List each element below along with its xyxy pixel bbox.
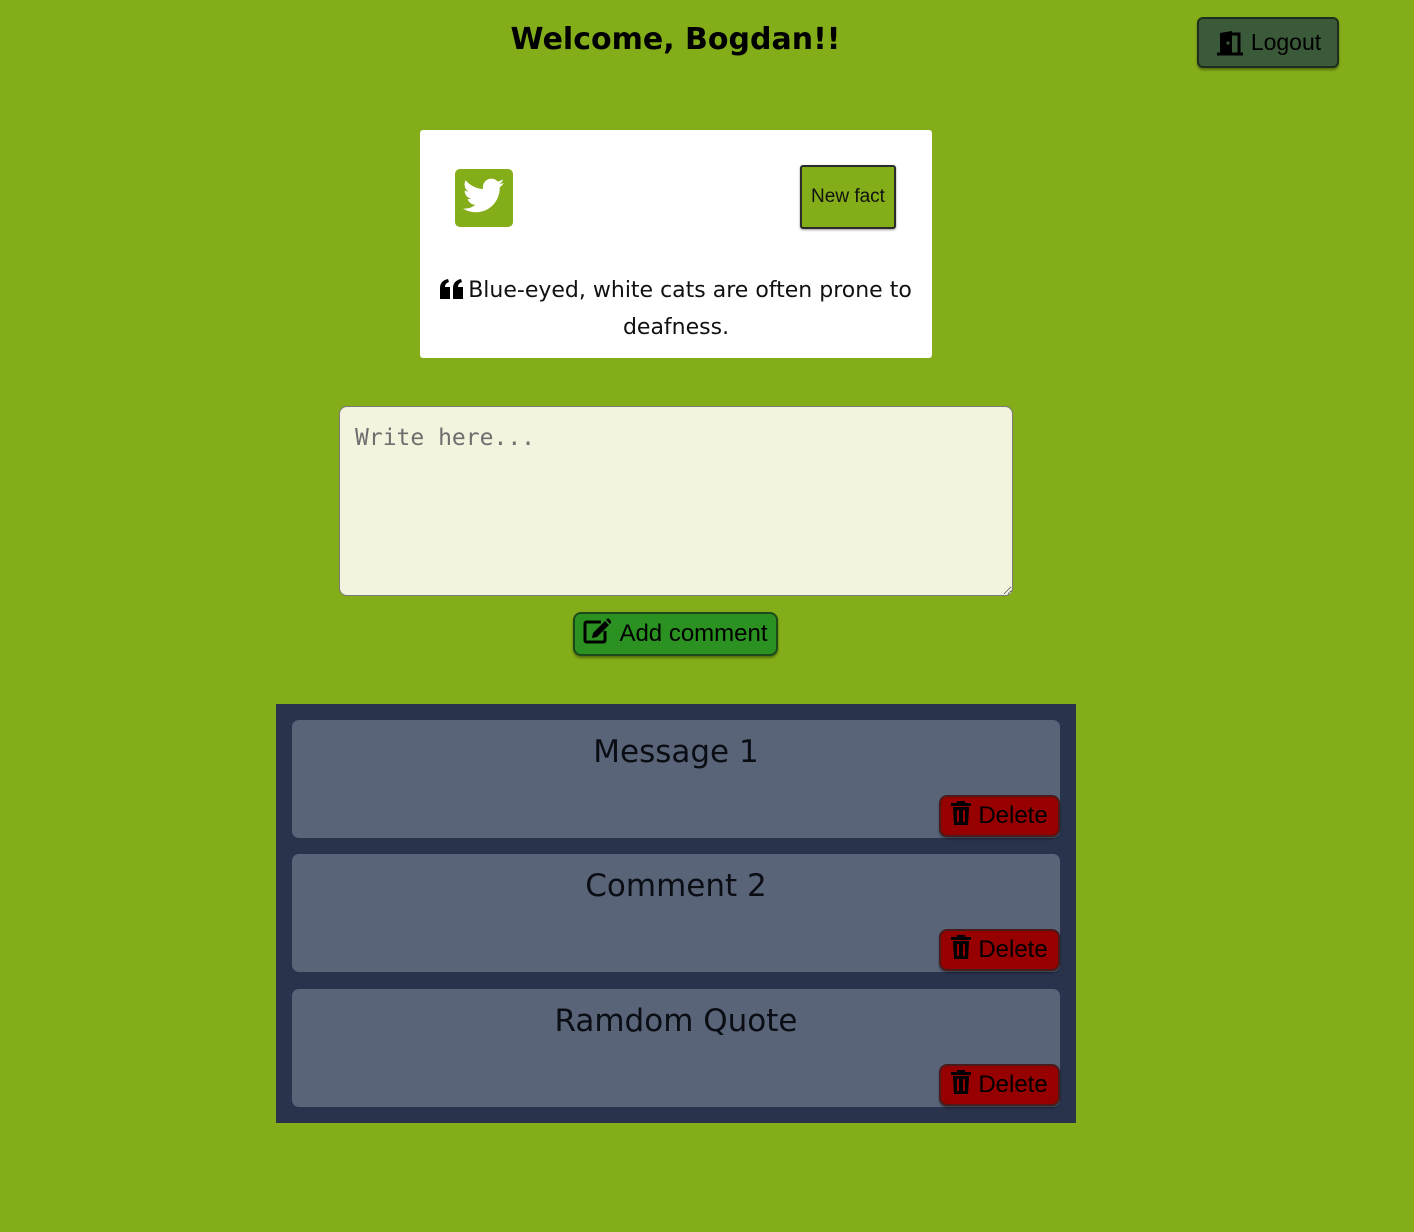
- fact-card: New fact Blue-eyed, white cats are often…: [420, 130, 932, 358]
- add-comment-label: Add comment: [619, 620, 768, 647]
- twitter-icon: [462, 178, 505, 219]
- trash-icon: [951, 1069, 972, 1101]
- comment-textarea[interactable]: [339, 406, 1013, 596]
- twitter-share-button[interactable]: [455, 169, 513, 227]
- comment-text: Message 1: [593, 734, 759, 770]
- logout-label: Logout: [1250, 29, 1322, 55]
- delete-comment-button[interactable]: Delete: [939, 1064, 1060, 1106]
- add-comment-button[interactable]: Add comment: [573, 612, 778, 656]
- comments-list: Message 1 Delete Comment 2 Delete Ramdom…: [276, 704, 1076, 1123]
- comment-text: Ramdom Quote: [554, 1003, 798, 1039]
- new-fact-button[interactable]: New fact: [800, 165, 896, 229]
- comment-card: Message 1 Delete: [292, 720, 1060, 838]
- trash-icon: [951, 800, 972, 832]
- fact-quote: Blue-eyed, white cats are often prone to…: [440, 274, 912, 345]
- comment-card: Ramdom Quote Delete: [292, 989, 1060, 1107]
- delete-comment-button[interactable]: Delete: [939, 929, 1060, 971]
- door-exit-icon: [1215, 30, 1245, 56]
- comment-text: Comment 2: [585, 868, 767, 904]
- delete-label: Delete: [978, 802, 1048, 829]
- logout-button[interactable]: Logout: [1197, 17, 1339, 68]
- fact-text: Blue-eyed, white cats are often prone to…: [468, 278, 912, 340]
- edit-icon: [583, 617, 613, 651]
- delete-comment-button[interactable]: Delete: [939, 795, 1060, 837]
- delete-label: Delete: [978, 1071, 1048, 1098]
- trash-icon: [951, 934, 972, 966]
- welcome-heading: Welcome, Bogdan!!: [510, 22, 841, 57]
- quote-left-icon: [440, 277, 464, 311]
- comment-card: Comment 2 Delete: [292, 854, 1060, 972]
- delete-label: Delete: [978, 936, 1048, 963]
